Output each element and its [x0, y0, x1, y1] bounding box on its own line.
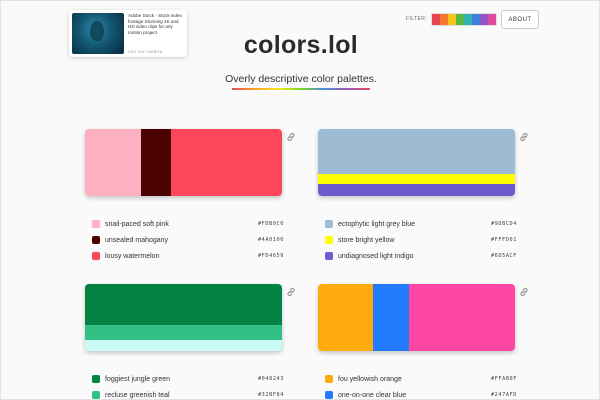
palette-color-list: fou yellowish orange #FFAB0F one-on-one cl… — [325, 371, 517, 399]
color-list-item[interactable]: snail-paced soft pink #FDB0C0 — [92, 216, 284, 232]
permalink-icon[interactable] — [286, 132, 296, 142]
site-subtitle: Overly descriptive color palettes. — [225, 73, 377, 85]
permalink-icon[interactable] — [519, 132, 529, 142]
palette-color-band[interactable] — [85, 284, 282, 325]
color-name: fou yellowish orange — [338, 375, 402, 383]
color-list-item[interactable]: store bright yellow #FFFD01 — [325, 232, 517, 248]
palette-color-strip — [85, 284, 282, 351]
palette-color-band[interactable] — [85, 325, 282, 340]
color-chip — [92, 236, 100, 244]
color-hex-code[interactable]: #6D5ACF — [491, 253, 517, 259]
color-list-item[interactable]: fou yellowish orange #FFAB0F — [325, 371, 517, 387]
filter-color-option[interactable] — [432, 13, 441, 25]
color-name: recluse greenish teal — [105, 391, 170, 399]
palette-color-strip — [85, 129, 282, 196]
page: Adobe Stock - Stock video footage.Stunni… — [0, 0, 600, 400]
filter-label: FILTER: — [406, 16, 428, 22]
palette-color-band[interactable] — [373, 284, 409, 351]
palette-swatch-card[interactable] — [85, 284, 282, 351]
color-name: undiagnosed light indigo — [338, 252, 414, 260]
color-name: lousy watermelon — [105, 252, 160, 260]
color-chip — [92, 391, 100, 399]
color-chip — [325, 375, 333, 383]
palette-color-band[interactable] — [85, 340, 282, 351]
color-hex-code[interactable]: #4A0100 — [258, 237, 284, 243]
filter-color-option[interactable] — [448, 13, 457, 25]
color-hex-code[interactable]: #FFFD01 — [491, 237, 517, 243]
color-chip — [325, 252, 333, 260]
color-list-item[interactable]: recluse greenish teal #32BF84 — [92, 387, 284, 399]
filter-color-option[interactable] — [456, 13, 465, 25]
color-list-item[interactable]: undiagnosed light indigo #6D5ACF — [325, 248, 517, 264]
filter-color-option[interactable] — [472, 13, 481, 25]
color-name: store bright yellow — [338, 236, 395, 244]
color-chip — [92, 252, 100, 260]
color-hex-code[interactable]: #32BF84 — [258, 392, 284, 398]
palette-color-band[interactable] — [318, 174, 515, 184]
color-hex-code[interactable]: #048243 — [258, 376, 284, 382]
palette-color-band[interactable] — [318, 129, 515, 174]
color-list-item[interactable]: ectophytic light grey blue #9DBCD4 — [325, 216, 517, 232]
palette-swatch-card[interactable] — [318, 129, 515, 196]
about-button[interactable]: ABOUT — [501, 10, 539, 29]
palette-color-band[interactable] — [171, 129, 282, 196]
color-hex-code[interactable]: #9DBCD4 — [491, 221, 517, 227]
color-list-item[interactable]: one-on-one clear blue #247AFD — [325, 387, 517, 399]
color-hex-code[interactable]: #247AFD — [491, 392, 517, 398]
palette-color-strip — [318, 129, 515, 196]
color-hex-code[interactable]: #FD4659 — [258, 253, 284, 259]
rainbow-underline — [232, 88, 370, 90]
palette-color-band[interactable] — [409, 284, 515, 351]
filter-color-option[interactable] — [488, 13, 497, 25]
filter-swatch-bar[interactable] — [431, 12, 498, 26]
color-hex-code[interactable]: #FFAB0F — [491, 376, 517, 382]
color-chip — [325, 220, 333, 228]
permalink-icon[interactable] — [519, 287, 529, 297]
palette-color-band[interactable] — [318, 184, 515, 196]
color-chip — [325, 391, 333, 399]
palette-color-list: foggiest jungle green #048243 recluse gree… — [92, 371, 284, 399]
filter-color-option[interactable] — [440, 13, 449, 25]
palette-swatch-card[interactable] — [318, 284, 515, 351]
color-list-item[interactable]: lousy watermelon #FD4659 — [92, 248, 284, 264]
color-name: foggiest jungle green — [105, 375, 170, 383]
color-chip — [325, 236, 333, 244]
site-title: colors.lol — [243, 31, 359, 59]
color-name: unsealed mahogany — [105, 236, 169, 244]
color-list-item[interactable]: foggiest jungle green #048243 — [92, 371, 284, 387]
color-name: ectophytic light grey blue — [338, 220, 416, 228]
color-name: snail-paced soft pink — [105, 220, 169, 228]
color-name: one-on-one clear blue — [338, 391, 407, 399]
permalink-icon[interactable] — [286, 287, 296, 297]
color-chip — [92, 220, 100, 228]
color-chip — [92, 375, 100, 383]
palette-color-list: ectophytic light grey blue #9DBCD4 store b… — [325, 216, 517, 264]
palette-color-band[interactable] — [85, 129, 141, 196]
palette-color-strip — [318, 284, 515, 351]
color-list-item[interactable]: unsealed mahogany #4A0100 — [92, 232, 284, 248]
filter-color-option[interactable] — [480, 13, 489, 25]
color-filter: FILTER: — [406, 12, 498, 26]
palette-color-band[interactable] — [141, 129, 171, 196]
palette-color-band[interactable] — [318, 284, 373, 351]
palette-color-list: snail-paced soft pink #FDB0C0 unsealed mah… — [92, 216, 284, 264]
palette-swatch-card[interactable] — [85, 129, 282, 196]
filter-color-option[interactable] — [464, 13, 473, 25]
color-hex-code[interactable]: #FDB0C0 — [258, 221, 284, 227]
